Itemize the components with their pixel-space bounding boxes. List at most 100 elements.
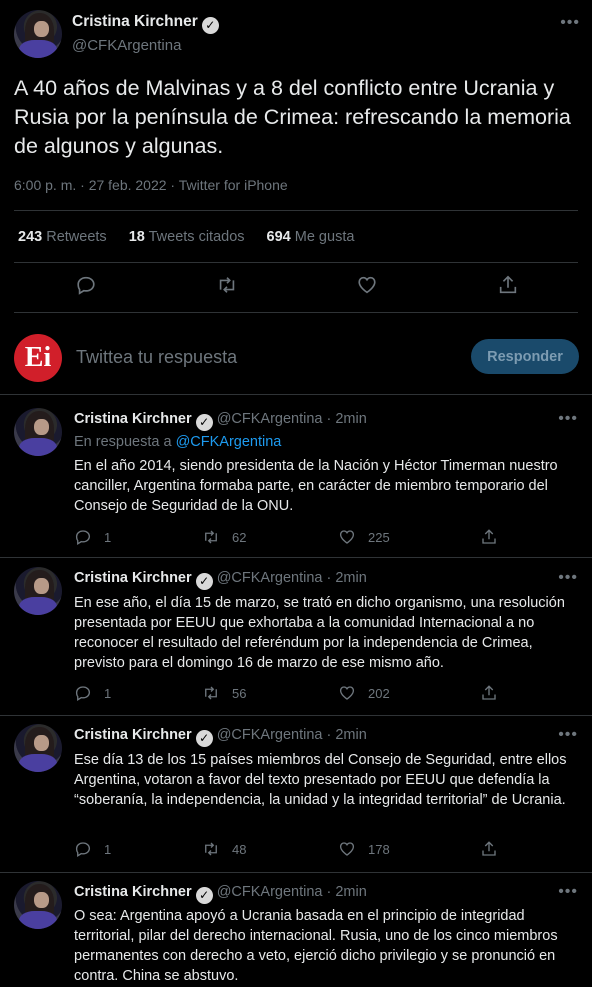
author-name-row[interactable]: Cristina Kirchner ✓	[72, 13, 219, 34]
reply-tweet[interactable]: Cristina Kirchner ✓ @CFKArgentina · 2min …	[0, 724, 592, 874]
share-action[interactable]	[480, 840, 498, 858]
more-icon[interactable]: •••	[560, 14, 580, 32]
author-handle[interactable]: @CFKArgentina	[217, 884, 323, 900]
quotes-stat[interactable]: 18 Tweets citados	[129, 229, 245, 245]
retweet-action[interactable]: 62	[202, 528, 246, 546]
avatar[interactable]	[14, 881, 62, 929]
share-icon[interactable]	[497, 274, 519, 301]
tweet-text: Ese día 13 de los 15 países miembros del…	[74, 752, 567, 808]
retweets-stat[interactable]: 243 Retweets	[18, 229, 107, 245]
user-avatar-logo[interactable]: Ei	[14, 334, 62, 382]
reply-action[interactable]: 1	[74, 684, 111, 702]
author-handle[interactable]: @CFKArgentina	[217, 570, 323, 586]
reply-icon[interactable]	[74, 684, 92, 702]
reply-tweet[interactable]: Cristina Kirchner ✓ @CFKArgentina · 2min …	[0, 881, 592, 987]
tweet-text: En el año 2014, siendo presidenta de la …	[74, 458, 558, 514]
divider	[14, 262, 578, 263]
reply-icon[interactable]	[75, 274, 97, 301]
divider	[0, 715, 592, 716]
author-name[interactable]: Cristina Kirchner	[74, 884, 192, 900]
reply-composer: Ei Twittea tu respuesta Responder	[14, 332, 580, 382]
more-icon[interactable]: •••	[558, 726, 578, 744]
reply-count: 1	[104, 685, 112, 701]
more-icon[interactable]: •••	[558, 569, 578, 587]
divider	[0, 872, 592, 873]
avatar[interactable]	[14, 408, 62, 456]
author-name[interactable]: Cristina Kirchner	[74, 727, 192, 743]
author-name[interactable]: Cristina Kirchner	[74, 570, 192, 586]
likes-stat[interactable]: 694 Me gusta	[267, 229, 355, 245]
share-action[interactable]	[480, 684, 498, 702]
tweet-actions: 1 48 178	[74, 840, 514, 862]
retweet-icon[interactable]	[216, 274, 238, 301]
verified-icon: ✓	[195, 730, 213, 747]
like-count: 225	[368, 529, 390, 545]
verified-icon: ✓	[195, 573, 213, 590]
reply-action[interactable]: 1	[74, 528, 111, 546]
share-icon[interactable]	[480, 840, 498, 858]
tweet-header: Cristina Kirchner ✓ @CFKArgentina · 2min	[74, 884, 367, 904]
tweet-time[interactable]: · 2min	[327, 411, 367, 427]
retweet-action[interactable]: 56	[202, 684, 246, 702]
like-icon[interactable]	[338, 528, 356, 546]
reply-action[interactable]: 1	[74, 840, 111, 858]
like-icon[interactable]	[338, 684, 356, 702]
tweet-time[interactable]: · 2min	[327, 727, 367, 743]
retweet-action[interactable]: 48	[202, 840, 246, 858]
like-action[interactable]: 225	[338, 528, 390, 546]
tweet-header: Cristina Kirchner ✓ @CFKArgentina · 2min	[74, 570, 367, 590]
tweet-actions: 1 62 225	[74, 528, 514, 550]
more-icon[interactable]: •••	[558, 410, 578, 428]
tweet-text: A 40 años de Malvinas y a 8 del conflict…	[14, 76, 571, 158]
tweet-header: Cristina Kirchner ✓ @CFKArgentina · 2min	[74, 727, 367, 747]
avatar[interactable]	[14, 10, 62, 58]
like-icon[interactable]	[356, 274, 378, 301]
main-tweet-header: Cristina Kirchner ✓ @CFKArgentina •••	[14, 10, 582, 60]
verified-icon: ✓	[195, 414, 213, 431]
author-name[interactable]: Cristina Kirchner	[74, 411, 192, 427]
verified-icon: ✓	[201, 17, 219, 34]
reply-to-line: En respuesta a @CFKArgentina	[74, 434, 281, 450]
like-count: 202	[368, 685, 390, 701]
tweet-stats: 243 Retweets 18 Tweets citados 694 Me gu…	[18, 229, 354, 245]
like-action[interactable]: 178	[338, 840, 390, 858]
retweet-icon[interactable]	[202, 528, 220, 546]
retweet-count: 56	[232, 685, 247, 701]
author-handle[interactable]: @CFKArgentina	[72, 37, 181, 54]
reply-to-prefix: En respuesta a	[74, 434, 172, 450]
author-handle[interactable]: @CFKArgentina	[217, 727, 323, 743]
tweet-time[interactable]: · 2min	[327, 884, 367, 900]
like-icon[interactable]	[338, 840, 356, 858]
divider	[14, 312, 578, 313]
share-icon[interactable]	[480, 684, 498, 702]
reply-tweet[interactable]: Cristina Kirchner ✓ @CFKArgentina · 2min …	[0, 408, 592, 558]
avatar[interactable]	[14, 567, 62, 615]
share-icon[interactable]	[480, 528, 498, 546]
like-action[interactable]: 202	[338, 684, 390, 702]
tweet-actions: 1 56 202	[74, 684, 514, 706]
retweet-count: 48	[232, 841, 247, 857]
reply-input[interactable]: Twittea tu respuesta	[76, 347, 237, 368]
retweet-icon[interactable]	[202, 684, 220, 702]
divider	[0, 394, 592, 395]
tweet-time[interactable]: · 2min	[327, 570, 367, 586]
author-handle[interactable]: @CFKArgentina	[217, 411, 323, 427]
like-count: 178	[368, 841, 390, 857]
tweet-text: O sea: Argentina apoyó a Ucrania basada …	[74, 908, 558, 984]
avatar[interactable]	[14, 724, 62, 772]
tweet-meta[interactable]: 6:00 p. m. · 27 feb. 2022 · Twitter for …	[14, 177, 288, 193]
author-name[interactable]: Cristina Kirchner	[72, 13, 198, 30]
reply-button[interactable]: Responder	[471, 339, 579, 374]
reply-icon[interactable]	[74, 528, 92, 546]
reply-count: 1	[104, 841, 112, 857]
reply-icon[interactable]	[74, 840, 92, 858]
more-icon[interactable]: •••	[558, 883, 578, 901]
share-action[interactable]	[480, 528, 498, 546]
retweet-icon[interactable]	[202, 840, 220, 858]
reply-tweet[interactable]: Cristina Kirchner ✓ @CFKArgentina · 2min …	[0, 567, 592, 717]
divider	[0, 557, 592, 558]
verified-icon: ✓	[195, 887, 213, 904]
main-tweet-actions	[0, 274, 592, 304]
reply-count: 1	[104, 529, 112, 545]
reply-to-handle[interactable]: @CFKArgentina	[176, 434, 282, 450]
